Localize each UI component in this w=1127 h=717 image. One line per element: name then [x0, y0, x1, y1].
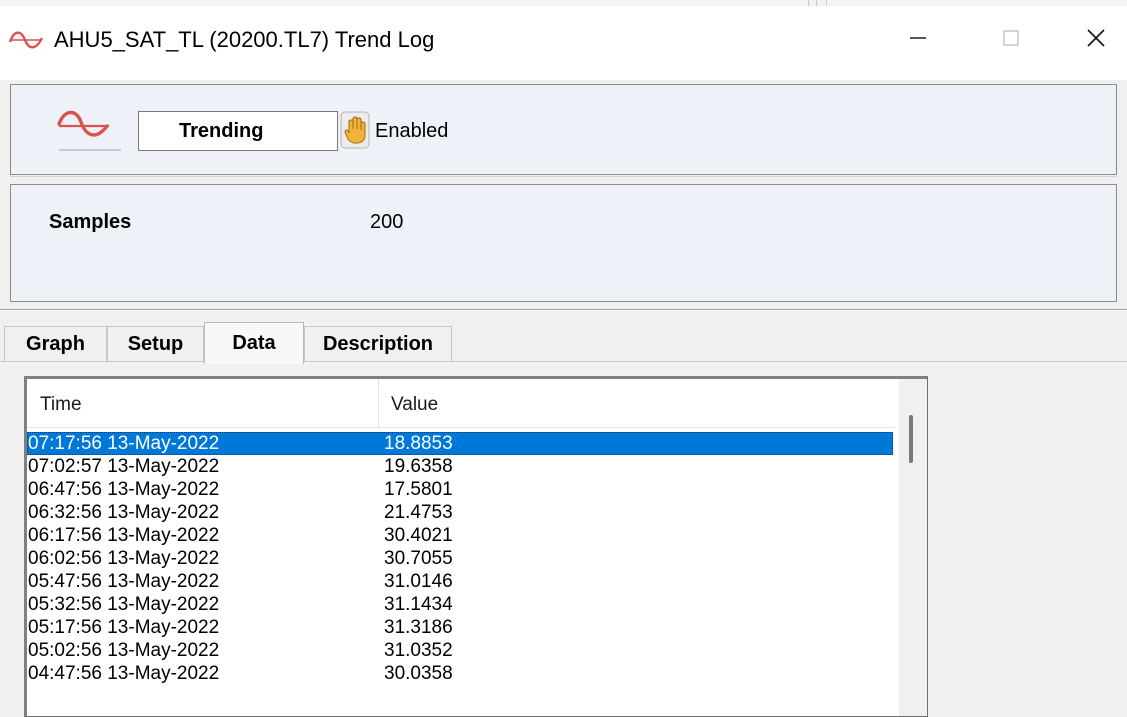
table-row[interactable]: 06:02:56 13-May-2022 30.7055 — [27, 547, 893, 570]
samples-value: 200 — [370, 211, 404, 233]
row-time: 04:47:56 13-May-2022 — [28, 663, 220, 684]
tab-setup-label: Setup — [127, 333, 184, 355]
window-title: AHU5_SAT_TL (20200.TL7) Trend Log — [54, 27, 435, 52]
row-time: 05:02:56 13-May-2022 — [28, 640, 220, 661]
row-value: 30.7055 — [384, 548, 453, 569]
row-value: 30.4021 — [384, 525, 453, 546]
tab-description-label: Description — [322, 333, 434, 355]
table-row[interactable]: 06:32:56 13-May-2022 21.4753 — [27, 501, 893, 524]
divider — [10, 176, 1117, 177]
tab-setup[interactable]: Setup — [107, 326, 204, 362]
close-icon — [1085, 27, 1107, 54]
table-row[interactable]: 06:17:56 13-May-2022 30.4021 — [27, 524, 893, 547]
row-time: 07:17:56 13-May-2022 — [28, 433, 220, 454]
row-time: 07:02:57 13-May-2022 — [28, 456, 220, 477]
vertical-scrollbar[interactable] — [899, 379, 927, 716]
table-row[interactable]: 05:32:56 13-May-2022 31.1434 — [27, 593, 893, 616]
row-value: 19.6358 — [384, 456, 453, 477]
row-value: 30.0358 — [384, 663, 453, 684]
tab-underline — [0, 361, 1127, 362]
minimize-icon — [908, 28, 928, 53]
tab-data[interactable]: Data — [204, 322, 304, 364]
table-row[interactable]: 07:02:57 13-May-2022 19.6358 — [27, 455, 893, 478]
trend-state-value: Trending — [179, 119, 264, 142]
tab-graph-label: Graph — [26, 333, 85, 355]
table-row[interactable]: 05:17:56 13-May-2022 31.3186 — [27, 616, 893, 639]
trend-log-icon — [55, 108, 127, 156]
row-value: 31.0352 — [384, 640, 453, 661]
trend-wave-icon — [8, 28, 46, 52]
list-rows: 07:17:56 13-May-2022 18.8853 07:02:57 13… — [27, 432, 893, 685]
close-button[interactable] — [1068, 18, 1124, 62]
enabled-label: Enabled — [375, 120, 449, 142]
status-panel: Trending Enabled — [10, 84, 1117, 175]
scrollbar-thumb[interactable] — [909, 415, 913, 463]
title-bar: AHU5_SAT_TL (20200.TL7) Trend Log — [0, 0, 1127, 80]
samples-label: Samples — [49, 211, 132, 233]
table-row[interactable]: 04:47:56 13-May-2022 30.0358 — [27, 662, 893, 685]
list-header: Time Value — [27, 379, 895, 428]
column-header-value[interactable]: Value — [391, 394, 438, 416]
table-row[interactable]: 05:02:56 13-May-2022 31.0352 — [27, 639, 893, 662]
table-row[interactable]: 07:17:56 13-May-2022 18.8853 — [27, 432, 893, 455]
maximize-button[interactable] — [983, 18, 1039, 62]
table-row[interactable]: 06:47:56 13-May-2022 17.5801 — [27, 478, 893, 501]
row-value: 18.8853 — [384, 433, 453, 454]
row-value: 31.3186 — [384, 617, 453, 638]
table-row[interactable]: 05:47:56 13-May-2022 31.0146 — [27, 570, 893, 593]
row-time: 06:47:56 13-May-2022 — [28, 479, 220, 500]
trend-data-list[interactable]: Time Value 07:17:56 13-May-2022 18.8853 … — [24, 376, 928, 717]
hand-icon[interactable] — [340, 111, 370, 149]
row-time: 06:32:56 13-May-2022 — [28, 502, 220, 523]
column-divider[interactable] — [378, 379, 379, 428]
tab-graph[interactable]: Graph — [4, 326, 107, 362]
splitter[interactable] — [0, 309, 1127, 311]
column-header-time[interactable]: Time — [40, 394, 82, 416]
row-value: 17.5801 — [384, 479, 453, 500]
row-value: 31.1434 — [384, 594, 453, 615]
tab-strip: Graph Setup Data Description — [0, 322, 1127, 364]
maximize-icon — [1001, 28, 1021, 53]
row-time: 05:47:56 13-May-2022 — [28, 571, 220, 592]
minimize-button[interactable] — [890, 18, 946, 62]
row-value: 31.0146 — [384, 571, 453, 592]
samples-panel: Samples 200 — [10, 184, 1117, 302]
trend-state-field: Trending — [138, 111, 338, 151]
tab-data-label: Data — [232, 332, 276, 354]
row-time: 06:17:56 13-May-2022 — [28, 525, 220, 546]
row-time: 05:32:56 13-May-2022 — [28, 594, 220, 615]
row-time: 05:17:56 13-May-2022 — [28, 617, 220, 638]
row-value: 21.4753 — [384, 502, 453, 523]
row-time: 06:02:56 13-May-2022 — [28, 548, 220, 569]
background-window-edge — [0, 0, 1127, 6]
tab-description[interactable]: Description — [304, 326, 452, 362]
